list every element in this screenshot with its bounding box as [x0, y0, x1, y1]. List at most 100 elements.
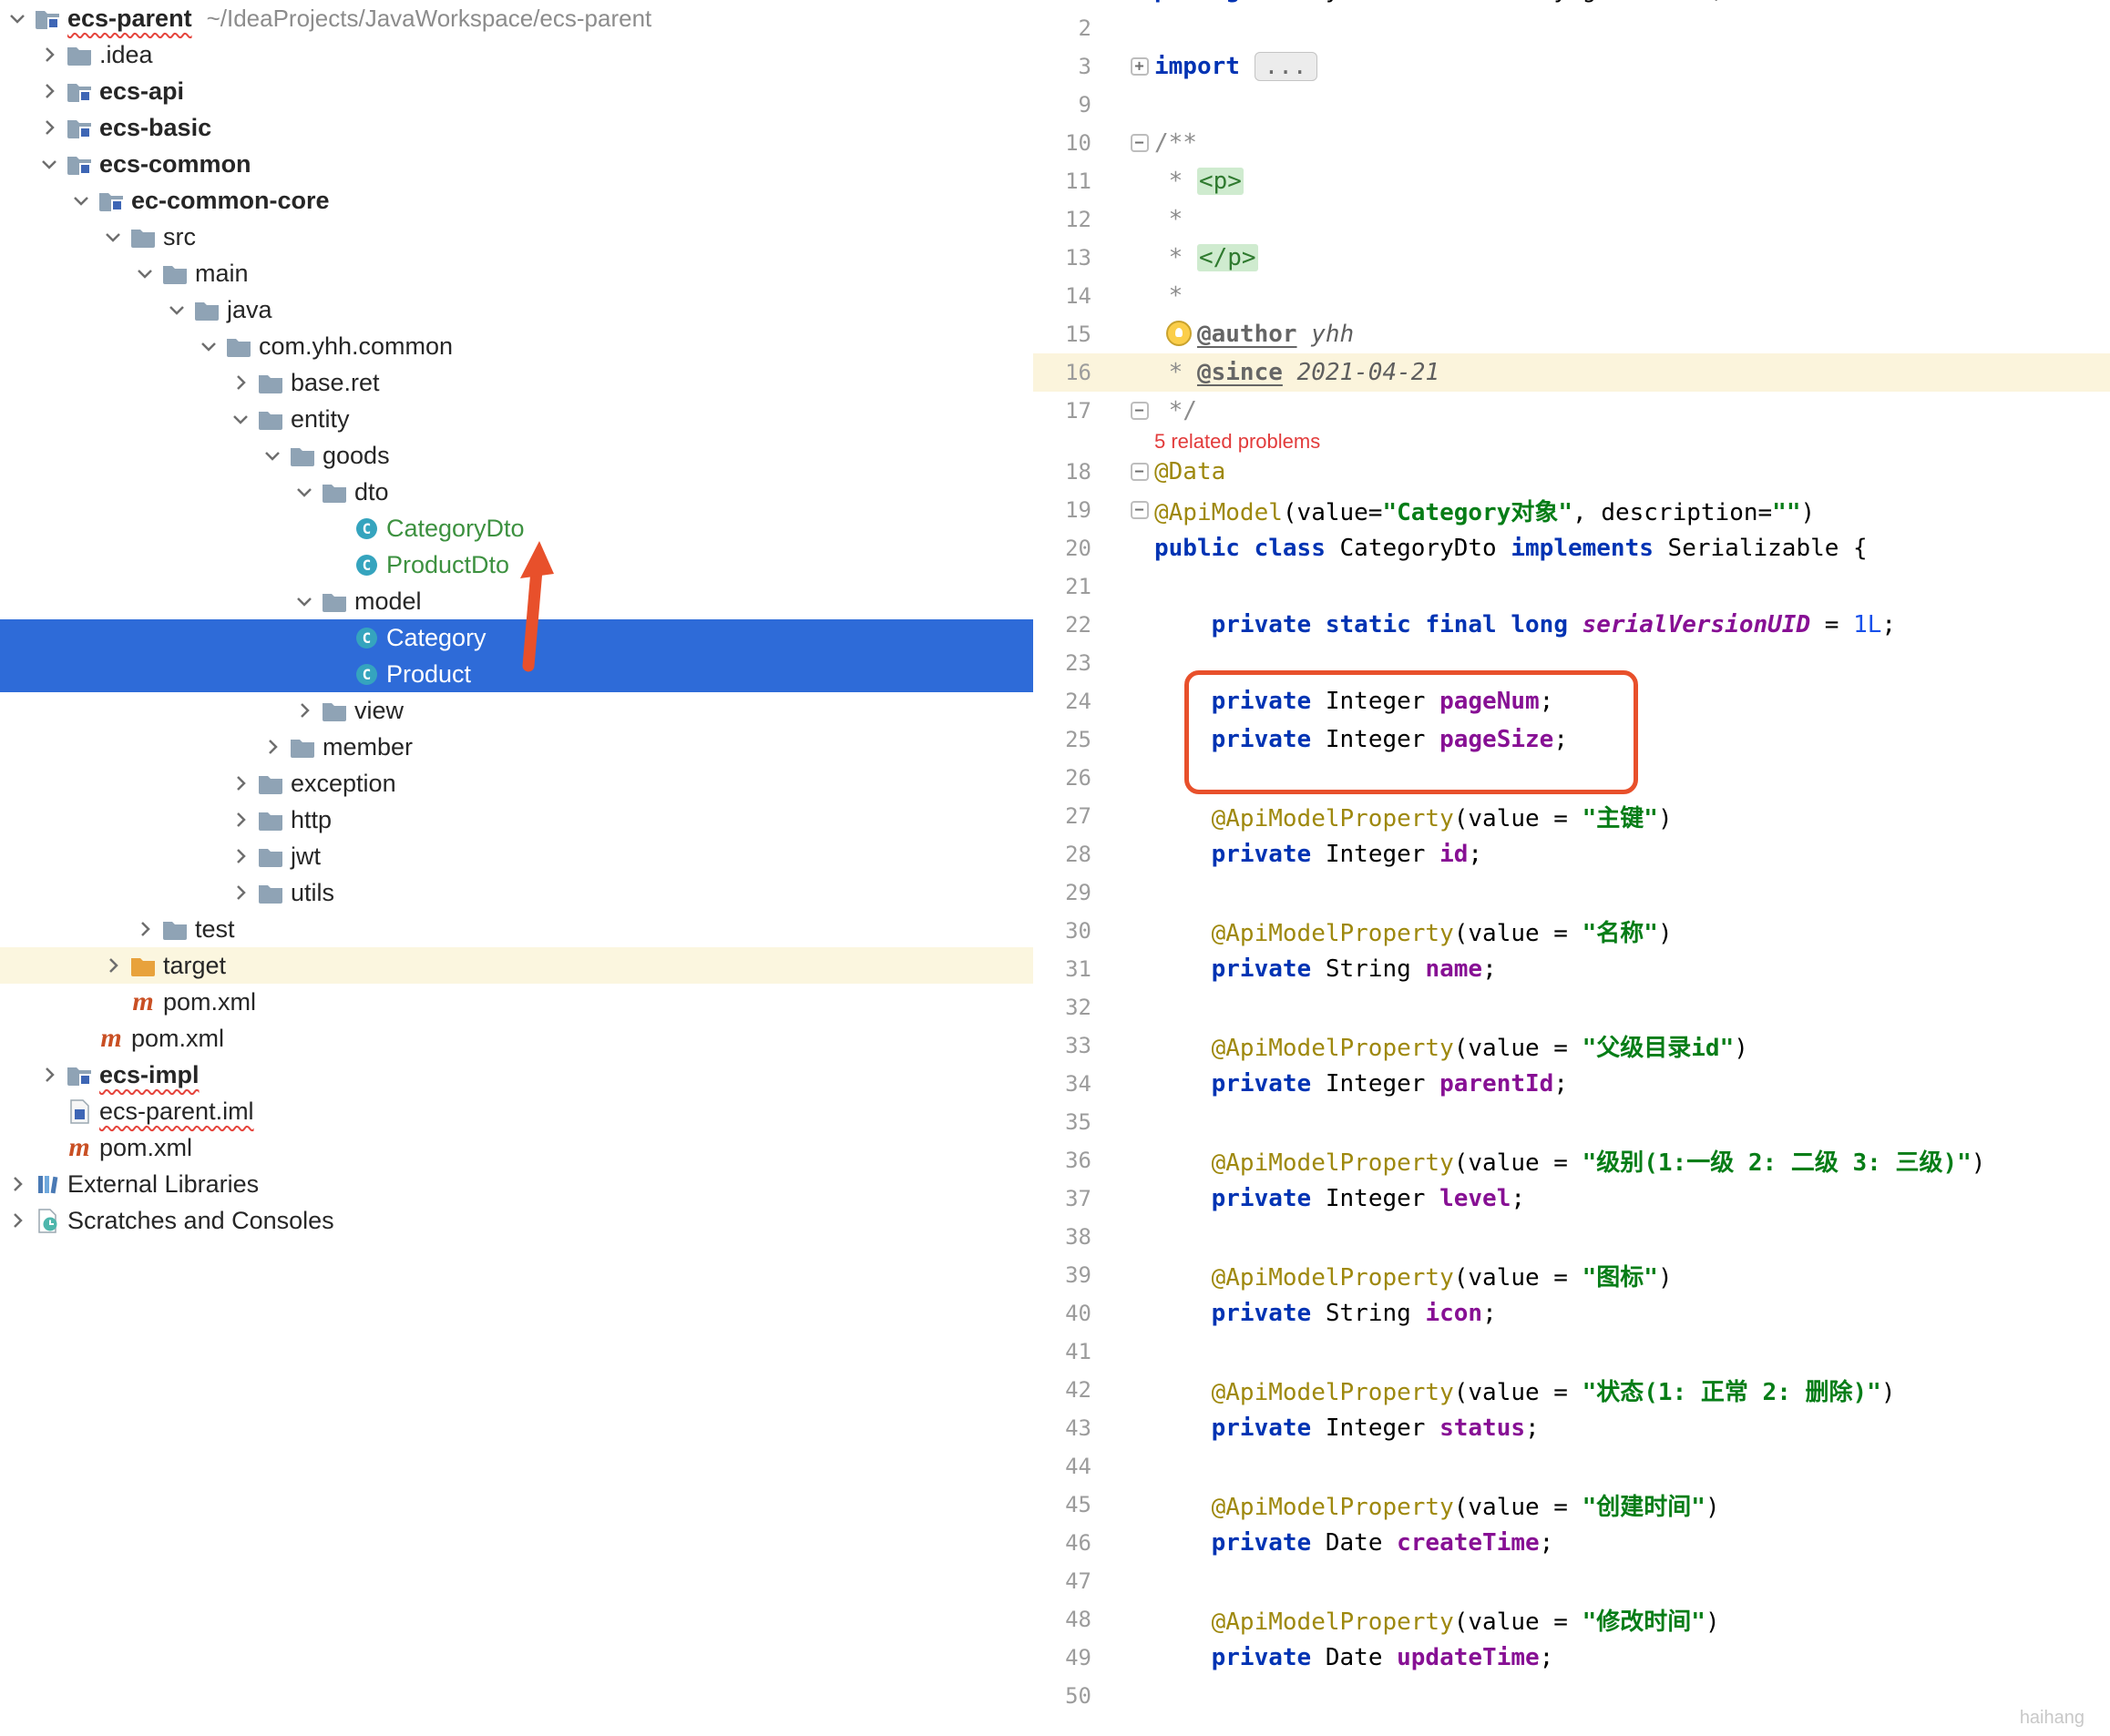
code-text[interactable]: @ApiModelProperty(value = "名称")	[1154, 914, 1673, 948]
chevron-down-icon[interactable]	[227, 409, 254, 429]
chevron-right-icon[interactable]	[99, 955, 127, 975]
line-number[interactable]: 1	[1033, 0, 1124, 9]
code-text[interactable]: private Integer parentId;	[1154, 1070, 1568, 1098]
chevron-down-icon[interactable]	[67, 190, 95, 210]
line-number[interactable]: 36	[1033, 1141, 1124, 1179]
code-text[interactable]: @ApiModelProperty(value = "图标")	[1154, 1259, 1673, 1292]
code-text[interactable]: */	[1154, 397, 1197, 424]
tree-row-http[interactable]: http	[0, 802, 1033, 838]
tree-row-ecs-impl[interactable]: ecs-impl	[0, 1057, 1033, 1093]
line-number[interactable]: 14	[1033, 277, 1124, 315]
line-number[interactable]: 39	[1033, 1256, 1124, 1294]
line-number[interactable]: 13	[1033, 239, 1124, 277]
chevron-right-icon[interactable]	[36, 117, 63, 138]
line-number[interactable]: 3	[1033, 47, 1124, 86]
chevron-right-icon[interactable]	[36, 1065, 63, 1085]
tree-row-scratches-and-consoles[interactable]: Scratches and Consoles	[0, 1202, 1033, 1239]
tree-row-productdto[interactable]: CProductDto	[0, 546, 1033, 583]
tree-row-view[interactable]: view	[0, 692, 1033, 729]
tree-row-target[interactable]: target	[0, 947, 1033, 984]
line-number[interactable]: 16	[1033, 353, 1124, 392]
line-number[interactable]: 28	[1033, 835, 1124, 873]
expand-fold-icon[interactable]: +	[1131, 57, 1149, 76]
code-text[interactable]: *	[1154, 282, 1183, 310]
tree-row-ecs-parent-iml[interactable]: ecs-parent.iml	[0, 1093, 1033, 1129]
line-number[interactable]: 34	[1033, 1065, 1124, 1103]
tree-row-model[interactable]: model	[0, 583, 1033, 619]
line-number[interactable]: 43	[1033, 1409, 1124, 1447]
code-text[interactable]: @ApiModelProperty(value = "父级目录id")	[1154, 1029, 1748, 1063]
line-number[interactable]: 38	[1033, 1218, 1124, 1256]
line-number[interactable]: 46	[1033, 1524, 1124, 1562]
code-text[interactable]: * </p>	[1154, 244, 1258, 271]
line-number[interactable]: 29	[1033, 873, 1124, 912]
code-text[interactable]: @Data	[1154, 458, 1225, 485]
chevron-down-icon[interactable]	[195, 336, 222, 356]
line-number[interactable]: 15	[1033, 315, 1124, 353]
line-number[interactable]: 37	[1033, 1179, 1124, 1218]
code-text[interactable]: public class CategoryDto implements Seri…	[1154, 535, 1868, 562]
line-number[interactable]: 23	[1033, 644, 1124, 682]
line-number[interactable]: 19	[1033, 491, 1124, 529]
tree-row-pom-xml[interactable]: mpom.xml	[0, 1020, 1033, 1057]
line-number[interactable]: 30	[1033, 912, 1124, 950]
chevron-down-icon[interactable]	[36, 154, 63, 174]
line-number[interactable]: 32	[1033, 988, 1124, 1026]
chevron-down-icon[interactable]	[291, 482, 318, 502]
chevron-right-icon[interactable]	[227, 810, 254, 830]
code-text[interactable]: private String icon;	[1154, 1300, 1497, 1327]
code-text[interactable]: *	[1154, 206, 1183, 233]
line-number[interactable]: 12	[1033, 200, 1124, 239]
tree-row-category[interactable]: CCategory	[0, 619, 1033, 656]
code-text[interactable]: private Date updateTime;	[1154, 1644, 1553, 1671]
tree-row-src[interactable]: src	[0, 219, 1033, 255]
code-editor[interactable]: 1package com.yhh.common.entity.goods.dto…	[1033, 0, 2110, 1736]
code-text[interactable]: @ApiModelProperty(value = "主键")	[1154, 800, 1673, 833]
tree-row-external-libraries[interactable]: External Libraries	[0, 1166, 1033, 1202]
intention-bulb-icon[interactable]	[1166, 321, 1192, 346]
code-text[interactable]: @ApiModelProperty(value = "状态(1: 正常 2: 删…	[1154, 1373, 1895, 1407]
line-number[interactable]: 49	[1033, 1639, 1124, 1677]
code-text[interactable]: import ...	[1154, 53, 1317, 80]
line-number[interactable]: 2	[1033, 9, 1124, 47]
tree-row-goods[interactable]: goods	[0, 437, 1033, 474]
tree-row-member[interactable]: member	[0, 729, 1033, 765]
chevron-right-icon[interactable]	[4, 1210, 31, 1231]
line-number[interactable]: 21	[1033, 567, 1124, 606]
chevron-down-icon[interactable]	[99, 227, 127, 247]
line-number[interactable]: 27	[1033, 797, 1124, 835]
tree-row-jwt[interactable]: jwt	[0, 838, 1033, 874]
code-text[interactable]: * @since 2021-04-21	[1154, 359, 1439, 386]
line-number[interactable]: 40	[1033, 1294, 1124, 1333]
line-number[interactable]: 33	[1033, 1026, 1124, 1065]
code-text[interactable]: * <p>	[1154, 168, 1244, 195]
line-number[interactable]: 22	[1033, 606, 1124, 644]
chevron-right-icon[interactable]	[36, 45, 63, 65]
line-number[interactable]: 45	[1033, 1486, 1124, 1524]
tree-row-product[interactable]: CProduct	[0, 656, 1033, 692]
collapse-fold-icon[interactable]: −	[1131, 134, 1149, 152]
line-number[interactable]: 42	[1033, 1371, 1124, 1409]
line-number[interactable]: 18	[1033, 453, 1124, 491]
line-number[interactable]: 41	[1033, 1333, 1124, 1371]
line-number[interactable]: 44	[1033, 1447, 1124, 1486]
code-text[interactable]: @ApiModelProperty(value = "级别(1:一级 2: 二级…	[1154, 1144, 1985, 1178]
chevron-right-icon[interactable]	[131, 919, 159, 939]
line-number[interactable]: 25	[1033, 720, 1124, 759]
line-number[interactable]: 24	[1033, 682, 1124, 720]
tree-row-ecs-parent[interactable]: ecs-parent~/IdeaProjects/JavaWorkspace/e…	[0, 0, 1033, 36]
line-number[interactable]: 17	[1033, 392, 1124, 430]
chevron-right-icon[interactable]	[227, 773, 254, 793]
line-number[interactable]: 10	[1033, 124, 1124, 162]
tree-row-dto[interactable]: dto	[0, 474, 1033, 510]
tree-row-utils[interactable]: utils	[0, 874, 1033, 911]
collapse-fold-icon[interactable]: −	[1131, 402, 1149, 420]
code-text[interactable]: @ApiModelProperty(value = "创建时间")	[1154, 1488, 1720, 1522]
tree-row-categorydto[interactable]: CCategoryDto	[0, 510, 1033, 546]
tree-row-pom-xml[interactable]: mpom.xml	[0, 984, 1033, 1020]
code-text[interactable]: private Integer status;	[1154, 1414, 1540, 1442]
line-number[interactable]: 9	[1033, 86, 1124, 124]
tree-row-ecs-common[interactable]: ecs-common	[0, 146, 1033, 182]
chevron-down-icon[interactable]	[163, 300, 190, 320]
line-number[interactable]: 50	[1033, 1677, 1124, 1715]
